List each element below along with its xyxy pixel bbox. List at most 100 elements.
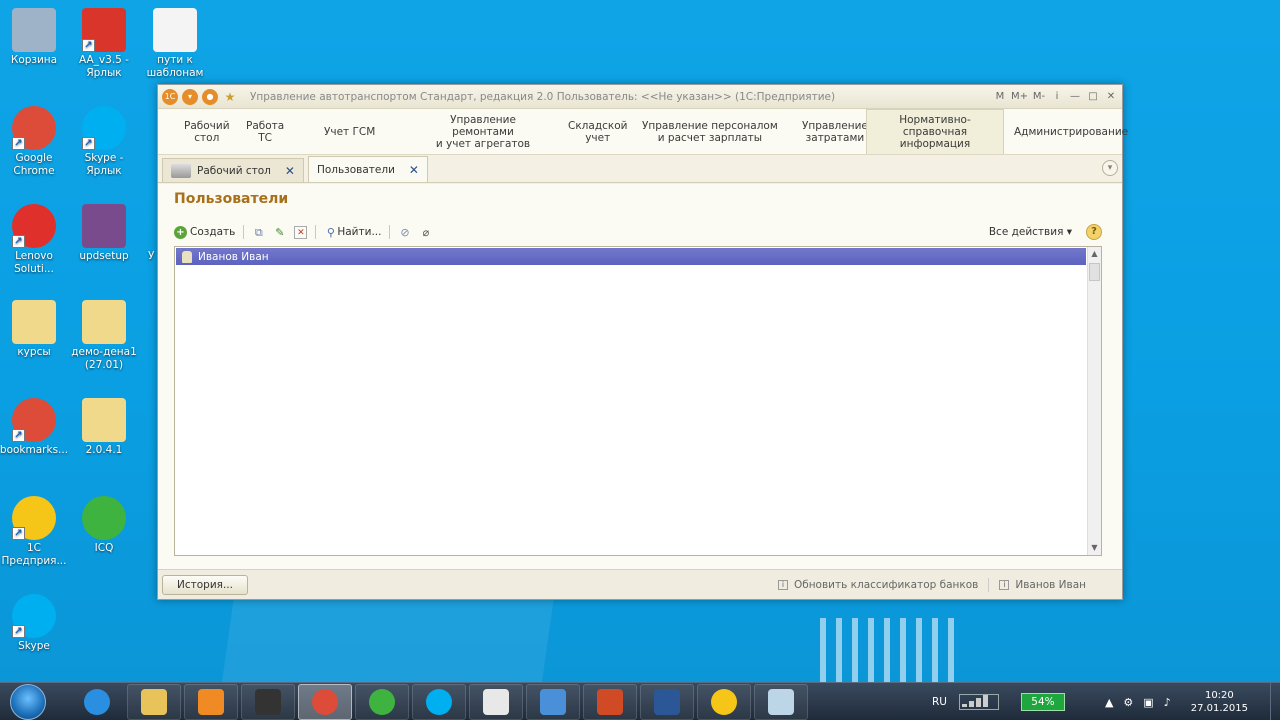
home-icon[interactable]: ● bbox=[202, 88, 218, 105]
desktop-icon-chrome[interactable]: ↗ Google Chrome bbox=[0, 106, 72, 178]
section-2[interactable]: Учет ГСМ bbox=[314, 109, 408, 154]
find-button[interactable]: ⚲ Найти... bbox=[324, 226, 382, 239]
taskbar-app-icq[interactable] bbox=[355, 683, 409, 720]
taskbar-app-media[interactable] bbox=[184, 683, 238, 720]
taskbar-app-app-dark[interactable] bbox=[241, 683, 295, 720]
section-3[interactable]: Управление ремонтами и учет агрегатов bbox=[408, 109, 558, 154]
section-6[interactable]: Управление затратами bbox=[792, 109, 868, 154]
language-indicator[interactable]: RU bbox=[932, 696, 947, 708]
shortcut-arrow-icon: ↗ bbox=[82, 137, 95, 150]
menu-dropdown-icon[interactable]: ▾ bbox=[182, 88, 198, 105]
scroll-up-icon[interactable]: ▲ bbox=[1088, 247, 1101, 261]
update-banks-link[interactable]: Обновить классификатор банков bbox=[794, 579, 978, 591]
taskbar-app-explorer[interactable] bbox=[127, 683, 181, 720]
desktop-icon-label: updsetup bbox=[79, 250, 129, 262]
desktop-icon-paths[interactable]: пути к шаблонам bbox=[137, 8, 213, 80]
icq-icon bbox=[369, 688, 395, 715]
desktop-icon-lenovo[interactable]: ↗ Lenovo Soluti... bbox=[0, 204, 72, 276]
desktop-icon-updsetup[interactable]: updsetup bbox=[66, 204, 142, 263]
plus-icon: + bbox=[174, 225, 187, 239]
attach-button[interactable]: ⌀ bbox=[419, 226, 432, 239]
memory-m-button[interactable]: M bbox=[993, 91, 1007, 102]
scroll-down-icon[interactable]: ▼ bbox=[1088, 541, 1101, 555]
section-7[interactable]: Нормативно-справочная информация bbox=[866, 109, 1004, 154]
help-icon[interactable]: ? bbox=[1086, 224, 1102, 240]
copy-icon: ⧉ bbox=[254, 225, 263, 239]
status-right: i Обновить классификатор банков i Иванов… bbox=[777, 577, 1086, 592]
delete-button[interactable]: ✕ bbox=[294, 225, 308, 239]
clock[interactable]: 10:20 27.01.2015 bbox=[1191, 689, 1248, 715]
current-user[interactable]: Иванов Иван bbox=[1015, 579, 1086, 591]
show-desktop-button[interactable] bbox=[1270, 683, 1280, 720]
taskbar-app-notepad[interactable] bbox=[754, 683, 808, 720]
all-actions-menu[interactable]: Все действия ▾ bbox=[989, 226, 1072, 238]
list-item[interactable]: Иванов Иван bbox=[176, 248, 1086, 265]
taskbar-app-word[interactable] bbox=[640, 683, 694, 720]
aa-icon: ↗ bbox=[82, 8, 126, 52]
icq-icon bbox=[82, 496, 126, 540]
section-4[interactable]: Складской учет bbox=[558, 109, 632, 154]
desktop-icon-skype1[interactable]: ↗ Skype - Ярлык bbox=[66, 106, 142, 178]
taskbar-app-snowflake[interactable] bbox=[526, 683, 580, 720]
memory-plus-button[interactable]: M+ bbox=[1011, 91, 1028, 102]
taskbar-app-powerpoint[interactable] bbox=[583, 683, 637, 720]
signal-strength-icon[interactable] bbox=[958, 694, 999, 710]
close-icon[interactable]: ✕ bbox=[409, 163, 419, 177]
desktop-icon-demo[interactable]: демо-дена1 (27.01) bbox=[66, 300, 142, 372]
desktop-icon-label: пути к шаблонам bbox=[146, 54, 204, 79]
desktop-icon-icq[interactable]: ICQ bbox=[66, 496, 142, 555]
start-button[interactable] bbox=[10, 683, 46, 720]
tab-label: Рабочий стол bbox=[197, 164, 271, 177]
desktop-icon-kursy[interactable]: курсы bbox=[0, 300, 72, 359]
tab-label: Пользователи bbox=[316, 163, 395, 176]
info-button[interactable]: i bbox=[1050, 91, 1064, 102]
edit-button[interactable]: ✎ bbox=[273, 226, 286, 239]
separator bbox=[315, 225, 317, 239]
tab-users[interactable]: Пользователи ✕ bbox=[307, 156, 428, 182]
tray-icons: ▲ ⚙ ▣ ♪ bbox=[1105, 696, 1171, 709]
scroll-thumb[interactable] bbox=[1089, 263, 1100, 281]
history-button[interactable]: История... bbox=[162, 574, 248, 595]
desktop-icon-folder204[interactable]: 2.0.4.1 bbox=[66, 398, 142, 457]
taskbar-app-onec[interactable] bbox=[697, 683, 751, 720]
desktop-icon-skype2[interactable]: ↗ Skype bbox=[0, 594, 72, 653]
delete-icon: ✕ bbox=[294, 225, 308, 239]
shortcut-arrow-icon: ↗ bbox=[12, 625, 25, 638]
title-bar[interactable]: 1С ▾ ● ★ Управление автотранспортом Стан… bbox=[158, 85, 1122, 109]
section-5[interactable]: Управление персоналом и расчет зарплаты bbox=[632, 109, 792, 154]
close-button[interactable]: ✕ bbox=[1104, 91, 1118, 102]
memory-minus-button[interactable]: M- bbox=[1032, 91, 1046, 102]
copy-button[interactable]: ⧉ bbox=[252, 226, 265, 239]
volume-icon[interactable]: ♪ bbox=[1164, 696, 1171, 709]
usb-icon[interactable]: ⚙ bbox=[1123, 696, 1133, 709]
desktop-icon-label: 1С Предприя... bbox=[1, 542, 67, 567]
close-icon[interactable]: ✕ bbox=[285, 164, 295, 178]
cancel-search-button[interactable]: ⊘ bbox=[398, 226, 411, 239]
taskbar-app-calendar[interactable] bbox=[469, 683, 523, 720]
network-icon[interactable]: ▣ bbox=[1143, 696, 1153, 709]
desktop-icon-recycle[interactable]: Корзина bbox=[0, 8, 72, 67]
chevron-down-icon[interactable]: ▾ bbox=[1102, 160, 1118, 176]
tab-desktop[interactable]: Рабочий стол ✕ bbox=[162, 158, 304, 182]
section-1[interactable]: Работа ТС bbox=[236, 109, 314, 154]
onec-logo-icon[interactable]: 1С bbox=[162, 88, 178, 105]
show-hidden-icons-icon[interactable]: ▲ bbox=[1105, 696, 1113, 709]
maximize-button[interactable]: □ bbox=[1086, 91, 1100, 102]
desktop-icon-label: Skype - Ярлык bbox=[84, 152, 124, 177]
battery-indicator[interactable]: 54% bbox=[1020, 693, 1065, 711]
users-list[interactable]: Иванов Иван ▲ ▼ bbox=[174, 246, 1102, 556]
section-8[interactable]: Администрирование bbox=[1004, 109, 1128, 154]
favorites-star-icon[interactable]: ★ bbox=[222, 89, 238, 105]
taskbar-app-chrome[interactable] bbox=[298, 683, 352, 720]
section-0[interactable]: Рабочий стол bbox=[166, 109, 236, 154]
minimize-button[interactable]: — bbox=[1068, 91, 1082, 102]
desktop-icon-label: демо-дена1 (27.01) bbox=[71, 346, 137, 371]
desktop-icon-aa[interactable]: ↗ AA_v3.5 - Ярлык bbox=[66, 8, 142, 80]
vertical-scrollbar[interactable]: ▲ ▼ bbox=[1087, 247, 1101, 555]
desktop-icon-onec[interactable]: ↗ 1С Предприя... bbox=[0, 496, 72, 568]
desktop-icon-bookmarks[interactable]: ↗ bookmarks... bbox=[0, 398, 72, 457]
taskbar-app-skype[interactable] bbox=[412, 683, 466, 720]
app-window[interactable]: 1С ▾ ● ★ Управление автотранспортом Стан… bbox=[157, 84, 1128, 600]
create-button[interactable]: + Создать bbox=[174, 225, 235, 239]
taskbar-app-ie[interactable] bbox=[70, 684, 124, 720]
